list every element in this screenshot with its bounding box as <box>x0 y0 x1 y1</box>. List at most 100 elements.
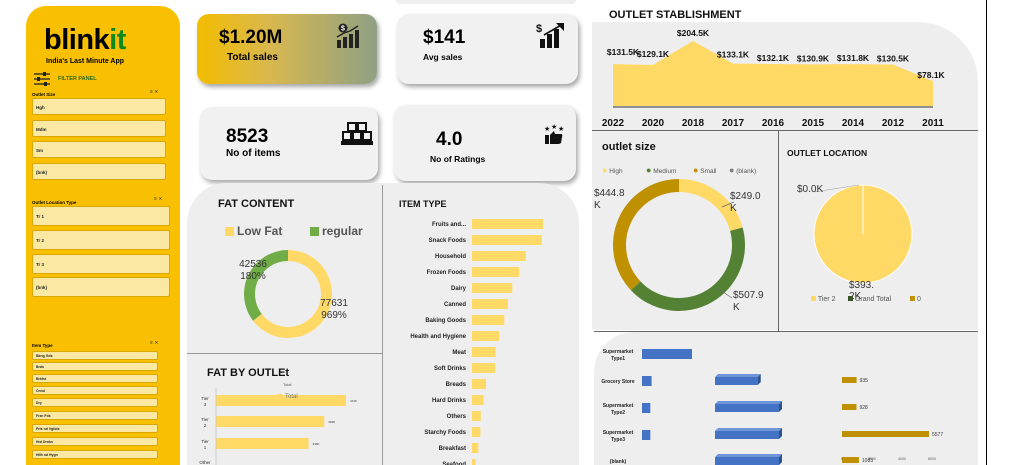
filter-panel-label: FILTER PANEL <box>58 76 97 82</box>
items-value: 8523 <box>226 126 269 147</box>
x-tick-label: 2000 <box>868 457 876 461</box>
slicer-item[interactable]: Tr 3 <box>32 254 170 274</box>
bar <box>472 267 520 277</box>
bar <box>842 377 857 383</box>
bar-top <box>715 374 761 377</box>
slicer-outlet-size-title: Outlet Size <box>32 92 56 97</box>
bar <box>472 395 484 405</box>
category-label: Fruits and... <box>432 222 466 228</box>
bar <box>472 379 486 389</box>
bar <box>642 349 692 359</box>
x-tick-label: 2018 <box>682 118 705 129</box>
slicer-item[interactable]: Frzn Fds <box>32 411 158 420</box>
x-tick-label: 2011 <box>922 118 944 129</box>
data-label: $444.8 K <box>594 188 625 211</box>
slicer-item[interactable]: Tr 2 <box>32 230 170 250</box>
bar <box>472 219 543 229</box>
slicer-item[interactable]: Hlth nd Hygn <box>32 450 158 459</box>
slicer-outlet-location-title: Outlet Location Type <box>32 200 77 205</box>
legend-swatch-regular <box>310 227 319 236</box>
slicer-item[interactable]: Brds <box>32 362 158 371</box>
slicer-item[interactable]: Brkfst <box>32 374 158 383</box>
category-label: Tier <box>201 417 209 422</box>
slicer-item[interactable]: Bkng Gds <box>32 351 158 360</box>
category-label: Soft Drinks <box>434 366 467 372</box>
category-label: Tier <box>201 396 209 401</box>
x-tick-label: 0 <box>841 457 843 461</box>
bar <box>472 235 542 245</box>
slice-medium <box>630 227 745 311</box>
bar <box>472 251 526 261</box>
bar <box>472 331 500 341</box>
slicer-item[interactable]: Tr 1 <box>32 206 170 226</box>
top-fragment <box>396 0 576 4</box>
bar <box>715 404 779 412</box>
legend-entry: Tier 2 <box>811 296 835 303</box>
bar <box>472 299 508 309</box>
slicer-item[interactable]: Dry <box>32 398 158 407</box>
bar <box>642 376 652 386</box>
blinkit-logo: blinkit <box>44 24 126 56</box>
fat-by-outlet-title: FAT BY OUTLEt <box>207 367 290 379</box>
bar <box>472 427 481 437</box>
filter-sliders-icon <box>34 72 50 86</box>
data-label: $131.8K <box>837 53 870 63</box>
slicer-item[interactable]: Hrd Drnks <box>32 437 158 446</box>
bar-top <box>715 454 782 457</box>
category-label: Breads <box>446 382 467 388</box>
x-tick-label: 2014 <box>842 118 865 129</box>
rating-label: No of Ratings <box>430 154 486 164</box>
data-label: 77631 969% <box>320 298 348 321</box>
data-label: $249.0 K <box>730 191 761 214</box>
bar-top <box>715 401 782 404</box>
avg-sales-value: $141 <box>423 27 466 48</box>
outlet-establishment-title: OUTLET STABLISHMENT <box>609 9 742 21</box>
dashboard: blinkit India's Last Minute App FILTER P… <box>0 0 1011 465</box>
x-tick-label: 2022 <box>602 118 625 129</box>
rating-value: 4.0 <box>436 129 463 150</box>
slicer-clear-icon[interactable]: ≡ ⨯ <box>154 196 163 202</box>
slicer-item[interactable]: (bnk) <box>32 277 170 297</box>
legend-entry: 0 <box>910 296 921 303</box>
boxes-icon <box>341 122 373 145</box>
legend-swatch-low-fat <box>225 227 234 236</box>
x-tick-label: 6000 <box>928 457 936 461</box>
frame-border <box>986 0 987 465</box>
outlet-establishment-chart: $131.5K 2022 $129.1K 2020 $204.5K 2018 $133.1K… <box>602 28 946 129</box>
x-tick-label: 2015 <box>802 118 825 129</box>
data-label: $133.1K <box>717 50 750 60</box>
bar <box>472 411 481 421</box>
thumbs-up-stars-icon: ★ ★ ★ <box>544 123 564 144</box>
x-tick-label: 2012 <box>882 118 905 129</box>
tagline: India's Last Minute App <box>46 58 125 65</box>
x-tick-label: 2017 <box>722 118 745 129</box>
category-label: Type1 <box>611 356 625 362</box>
fat-by-outlet-chart: Tier3472KTier2393KTier1336KOtherTotal <box>199 388 357 465</box>
bar-top <box>715 428 782 431</box>
slicer-item[interactable]: Hgh <box>32 98 166 115</box>
category-label: Starchy Foods <box>424 430 466 436</box>
slicer-item[interactable]: Mdm <box>32 120 166 137</box>
item-type-chart: Fruits and... Snack Foods Household Frozen … <box>410 219 543 465</box>
bar <box>472 283 513 293</box>
bar <box>472 443 479 453</box>
bar <box>472 363 496 373</box>
category-label: Type2 <box>611 410 625 416</box>
slicer-clear-icon[interactable]: ≡ ⨯ <box>150 89 159 95</box>
svg-text:★: ★ <box>558 125 564 133</box>
x-tick-label: 2020 <box>642 118 665 129</box>
slicer-item[interactable]: (bnk) <box>32 163 166 180</box>
slicer-item[interactable]: Sm <box>32 141 166 158</box>
slicer-clear-icon[interactable]: ≡ ⨯ <box>150 340 159 346</box>
total-sales-label: Total sales <box>227 52 278 63</box>
slicer-item[interactable]: Cnnd <box>32 386 158 395</box>
slicer-item-type-title: Item Type <box>32 343 53 348</box>
category-label: Dairy <box>451 286 467 292</box>
category-label: Supermarket <box>603 403 634 409</box>
category-label: 3 <box>204 402 207 407</box>
outlet-location-title: OUTLET LOCATION <box>787 148 868 158</box>
slicer-item[interactable]: Frts nd Vgtbls <box>32 424 158 433</box>
legend-regular: regular <box>322 224 363 238</box>
x-tick-label: 2016 <box>762 118 785 129</box>
category-label: Health and Hygiene <box>410 334 466 340</box>
